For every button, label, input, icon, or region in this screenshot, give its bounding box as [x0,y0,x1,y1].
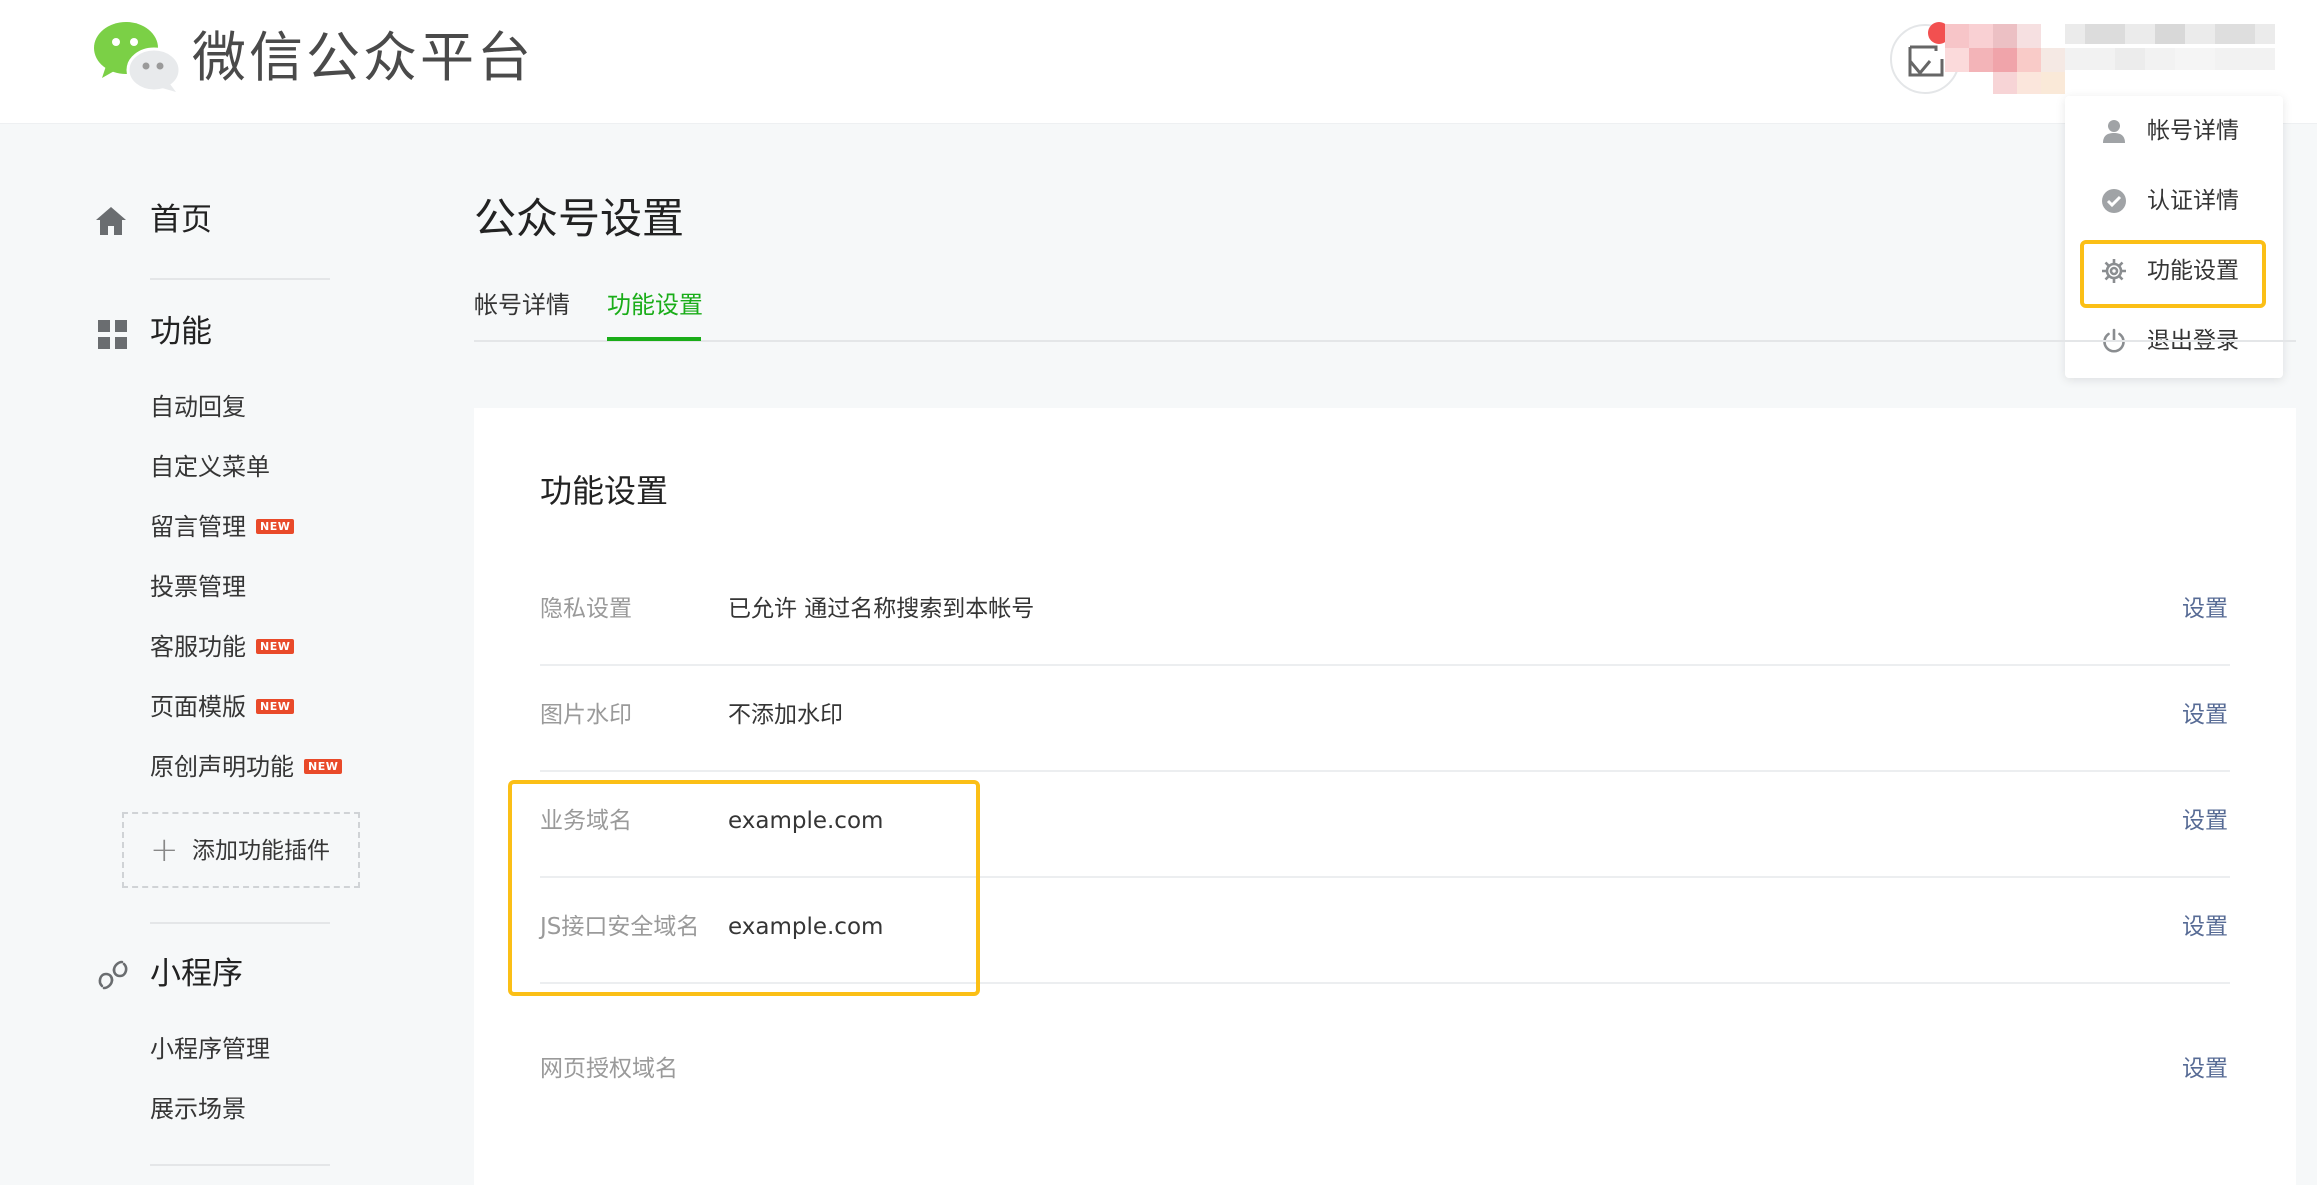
row-separator [540,664,2230,666]
sidebar-item-page-template[interactable]: 页面模版 NEW [150,690,295,724]
account-avatar-blurred[interactable] [1945,22,2275,94]
sidebar-item-label: 自动回复 [150,393,246,421]
row-settings-link[interactable]: 设置 [2182,1052,2228,1086]
sidebar-item-label: 展示场景 [150,1095,246,1123]
sidebar-item-label: 留言管理 [150,513,246,541]
sidebar-item-label: 自定义菜单 [150,453,270,481]
row-separator [540,770,2230,772]
row-settings-link[interactable]: 设置 [2182,592,2228,626]
sidebar-item-label: 小程序管理 [150,1035,270,1063]
sidebar-item-comment-management[interactable]: 留言管理 NEW [150,510,295,544]
page-title: 公众号设置 [474,194,685,243]
sidebar-divider [150,278,330,280]
row-value: 不添加水印 [728,702,843,728]
sidebar-section-label: 小程序 [150,956,243,992]
row-settings-link[interactable]: 设置 [2182,804,2228,838]
row-settings-link[interactable]: 设置 [2182,698,2228,732]
sidebar-item-display-scenes[interactable]: 展示场景 [150,1092,246,1126]
add-plugin-label: 添加功能插件 [192,838,330,864]
highlight-box-domains [508,780,980,996]
brand-title: 微信公众平台 [192,26,534,89]
menu-item-label: 帐号详情 [2147,118,2239,144]
sidebar-item-label: 投票管理 [150,573,246,601]
link-icon [98,960,128,990]
new-badge: NEW [256,638,295,654]
menu-item-account-details[interactable]: 帐号详情 [2065,96,2283,166]
sidebar-item-label: 客服功能 [150,633,246,661]
tab-feature-settings[interactable]: 功能设置 [607,288,703,322]
top-header: 微信公众平台 [0,0,2317,124]
row-label: 网页授权域名 [540,1056,678,1082]
menu-item-label: 认证详情 [2147,188,2239,214]
sidebar-item-label: 原创声明功能 [150,753,294,781]
sidebar: 首页 功能 自动回复 自定义菜单 留言管理 NEW 投票管理 客服功能 NEW 页面… [0,124,420,1185]
add-plugin-button[interactable]: + 添加功能插件 [122,812,360,888]
wechat-logo-icon[interactable] [92,20,182,94]
mail-icon [1908,45,1944,77]
sidebar-section-label: 功能 [150,314,212,350]
sidebar-divider [150,1164,330,1166]
plus-icon: + [150,830,179,870]
sidebar-item-vote-management[interactable]: 投票管理 [150,570,246,604]
grid-icon [98,320,127,349]
home-icon [96,207,126,235]
row-value: 已允许 通过名称搜索到本帐号 [728,596,1035,622]
sidebar-item-label: 首页 [150,202,212,238]
tab-bar: 帐号详情 功能设置 [474,282,2296,342]
verified-check-icon [2102,189,2126,213]
sidebar-item-auto-reply[interactable]: 自动回复 [150,390,246,424]
sidebar-item-original-declaration[interactable]: 原创声明功能 NEW [150,750,343,784]
active-tab-indicator [607,337,701,341]
user-icon [2103,120,2125,143]
new-badge: NEW [304,758,343,774]
new-badge: NEW [256,698,295,714]
sidebar-item-custom-menu[interactable]: 自定义菜单 [150,450,270,484]
panel-title: 功能设置 [540,472,669,510]
row-label: 图片水印 [540,702,632,728]
new-badge: NEW [256,518,295,534]
tab-account-details[interactable]: 帐号详情 [474,288,570,322]
row-settings-link[interactable]: 设置 [2182,910,2228,944]
menu-item-verification-details[interactable]: 认证详情 [2065,166,2283,236]
sidebar-item-miniprogram-management[interactable]: 小程序管理 [150,1032,270,1066]
sidebar-divider [150,922,330,924]
row-label: 隐私设置 [540,596,632,622]
sidebar-item-customer-service[interactable]: 客服功能 NEW [150,630,295,664]
sidebar-item-label: 页面模版 [150,693,246,721]
